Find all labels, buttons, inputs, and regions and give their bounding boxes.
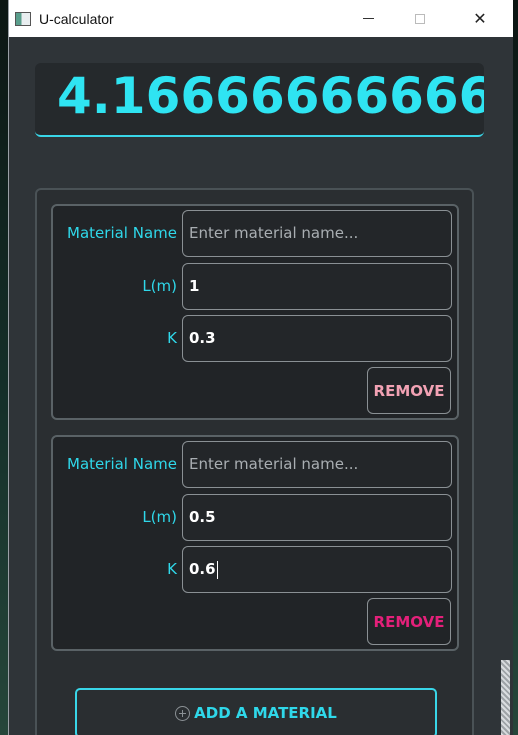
k-input[interactable]: 0.3 — [182, 315, 452, 362]
close-icon: ✕ — [473, 9, 487, 28]
k-input-value: 0.6 — [189, 560, 216, 578]
length-label: L(m) — [142, 277, 177, 295]
material-name-row: Material Name Enter material name... — [53, 441, 457, 488]
window-title: U-calculator — [39, 10, 114, 27]
k-label: K — [167, 560, 177, 578]
k-row: K 0.6 — [53, 546, 457, 593]
remove-button[interactable]: REMOVE — [367, 367, 451, 414]
plus-circle-icon — [175, 705, 191, 721]
length-row: L(m) 0.5 — [53, 494, 457, 541]
close-button[interactable]: ✕ — [457, 0, 503, 37]
remove-button[interactable]: REMOVE — [367, 598, 451, 645]
material-card: Material Name Enter material name... L(m… — [51, 204, 459, 420]
material-card: Material Name Enter material name... L(m… — [51, 435, 459, 651]
result-value: 4.16666666666666 — [57, 67, 484, 125]
maximize-icon — [415, 13, 425, 24]
title-bar: U-calculator ✕ — [9, 0, 513, 37]
k-label: K — [167, 329, 177, 347]
material-name-label: Material Name — [67, 455, 177, 473]
length-input[interactable]: 1 — [182, 263, 452, 310]
length-input[interactable]: 0.5 — [182, 494, 452, 541]
material-name-row: Material Name Enter material name... — [53, 210, 457, 257]
material-name-input[interactable]: Enter material name... — [182, 210, 452, 257]
length-label: L(m) — [142, 508, 177, 526]
scrollbar-thumb[interactable] — [501, 660, 510, 735]
k-input-focused[interactable]: 0.6 — [182, 546, 452, 593]
materials-panel: Material Name Enter material name... L(m… — [35, 188, 474, 735]
scrollbar-track[interactable] — [499, 38, 513, 735]
k-row: K 0.3 — [53, 315, 457, 362]
add-material-button[interactable]: ADD A MATERIAL — [75, 688, 437, 735]
material-name-label: Material Name — [67, 224, 177, 242]
minimize-button[interactable] — [345, 0, 391, 37]
text-caret — [216, 560, 218, 579]
result-display: 4.16666666666666 — [35, 63, 484, 137]
material-name-input[interactable]: Enter material name... — [182, 441, 452, 488]
maximize-button[interactable] — [397, 0, 443, 37]
app-icon — [15, 11, 31, 26]
length-row: L(m) 1 — [53, 263, 457, 310]
minimize-icon — [362, 18, 374, 19]
add-material-label: ADD A MATERIAL — [194, 704, 337, 722]
app-window: U-calculator ✕ 4.16666666666666 Material… — [8, 0, 513, 735]
